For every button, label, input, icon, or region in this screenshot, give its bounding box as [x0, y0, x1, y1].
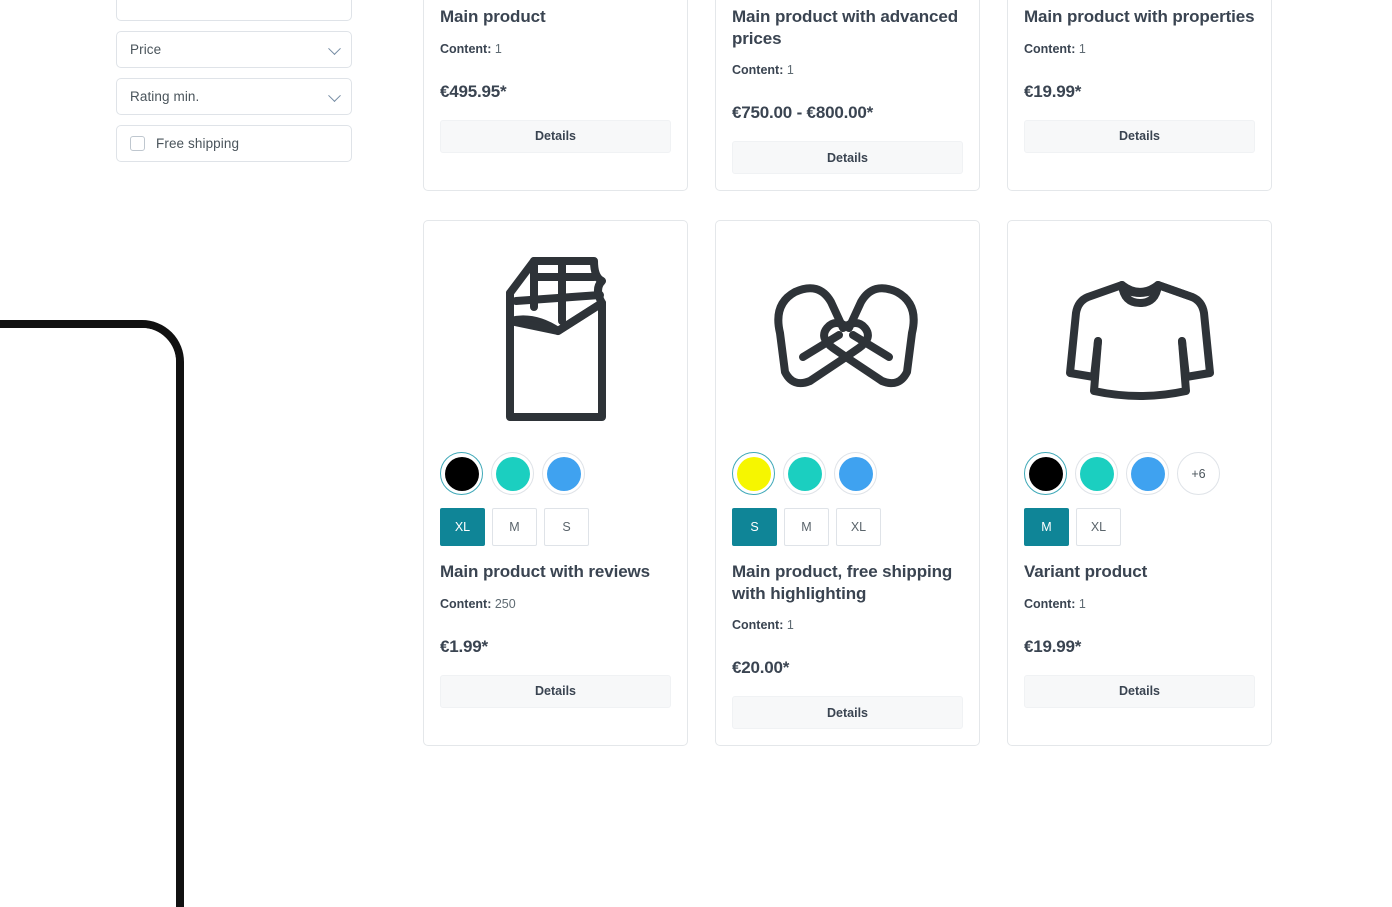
product-title: Main product — [440, 7, 546, 26]
details-button[interactable]: Details — [732, 141, 963, 175]
content-value: 1 — [786, 618, 794, 633]
content-label: Content: — [732, 63, 784, 78]
product-grid: LMSXLMain product Content: 1 €495.95*Det… — [423, 0, 1291, 775]
product-title: Variant product — [1024, 562, 1148, 582]
content-label: Content: — [1024, 596, 1076, 611]
product-content: Content: 1 — [1024, 597, 1255, 611]
details-button[interactable]: Details — [732, 696, 963, 730]
swatch-dot — [736, 456, 771, 491]
size-option-xl[interactable]: XL — [836, 508, 881, 547]
product-title: Main product with properties — [1024, 7, 1255, 26]
product-price: €19.99* — [1024, 636, 1082, 656]
product-card-variant-product[interactable]: +6 M XL Variant product Content: 1 €19.99* D… — [1007, 220, 1272, 747]
product-content: Content: 1 — [732, 618, 963, 632]
size-option-xl[interactable]: XL — [1076, 508, 1121, 547]
filter-sidebar: Price Rating min. Free shipping — [116, 0, 352, 172]
product-price: €750.00 - €800.00* — [732, 103, 874, 123]
size-option-m[interactable]: M — [1024, 508, 1069, 547]
content-value: 250 — [494, 596, 516, 611]
product-title: Main product with reviews — [440, 562, 651, 582]
size-options: XL M S — [440, 508, 671, 547]
product-price: €19.99* — [1024, 81, 1082, 101]
product-card-main-product-with-properties[interactable]: XLLMSMain product with properties Conten… — [1007, 0, 1272, 192]
details-button[interactable]: Details — [440, 674, 671, 708]
content-value: 1 — [1078, 596, 1086, 611]
swatch-dot — [787, 456, 822, 491]
product-content: Content: 1 — [440, 42, 671, 56]
filter-price-label: Price — [130, 42, 162, 57]
phone-mockup-overlay: €800.00* Details — [0, 320, 184, 907]
swatch-dot — [1130, 456, 1165, 491]
details-button[interactable]: Details — [1024, 674, 1255, 708]
color-swatch-black[interactable] — [1024, 452, 1067, 496]
color-swatch-teal[interactable] — [491, 452, 534, 496]
size-option-s[interactable]: S — [732, 508, 777, 547]
details-button[interactable]: Details — [1024, 119, 1255, 153]
size-options: M XL — [1024, 508, 1255, 547]
product-card-main-product-free-shipping[interactable]: S M XL Main product, free shipping with hig… — [715, 220, 980, 747]
swatch-dot — [444, 456, 479, 491]
color-swatch-black[interactable] — [440, 452, 483, 496]
product-title: Main product, free shipping with highlig… — [732, 562, 953, 603]
chevron-down-icon — [328, 41, 341, 55]
product-card-main-product-advanced-prices[interactable]: XLMSMain product with advanced prices Co… — [715, 0, 980, 192]
swatch-dot — [495, 456, 530, 491]
phone-screen: €800.00* Details — [0, 328, 176, 907]
content-label: Content: — [1024, 41, 1076, 56]
content-value: 1 — [786, 63, 794, 78]
content-label: Content: — [440, 41, 492, 56]
product-content: Content: 1 — [1024, 42, 1255, 56]
color-swatch-blue[interactable] — [834, 452, 877, 496]
color-swatch-blue[interactable] — [1126, 452, 1169, 496]
page-root: Price Rating min. Free shipping Main pro… — [0, 0, 1392, 907]
size-options: S M XL — [732, 508, 963, 547]
color-swatches — [732, 452, 963, 496]
content-label: Content: — [440, 596, 492, 611]
product-price: €1.99* — [440, 636, 488, 656]
color-swatches — [440, 452, 671, 496]
product-price: €20.00* — [732, 658, 790, 678]
content-label: Content: — [732, 618, 784, 633]
product-price: €495.95* — [440, 81, 507, 101]
swatch-dot — [838, 456, 873, 491]
sweater-icon — [1024, 233, 1255, 446]
product-card-main-product-with-reviews[interactable]: XL M S Main product with reviews Content: 2… — [423, 220, 688, 747]
size-option-xl[interactable]: XL — [440, 508, 485, 547]
content-value: 1 — [494, 41, 502, 56]
details-button[interactable]: Details — [440, 119, 671, 153]
product-content: Content: 250 — [440, 597, 671, 611]
color-swatches: +6 — [1024, 452, 1255, 496]
product-grid-row: XL M S Main product with reviews Content: 2… — [423, 220, 1291, 747]
swatch-dot — [1079, 456, 1114, 491]
size-option-s[interactable]: S — [544, 508, 589, 547]
chocolate-bar-icon — [440, 233, 671, 446]
product-grid-row: LMSXLMain product Content: 1 €495.95*Det… — [423, 0, 1291, 192]
filter-select-price[interactable]: Price — [116, 31, 352, 68]
color-swatch-teal[interactable] — [783, 452, 826, 496]
free-shipping-checkbox[interactable] — [130, 136, 145, 151]
filter-rating-label: Rating min. — [130, 89, 200, 104]
more-colors-badge[interactable]: +6 — [1177, 452, 1220, 496]
product-title: Main product with advanced prices — [732, 7, 958, 48]
content-value: 1 — [1078, 41, 1086, 56]
product-content: Content: 1 — [732, 63, 963, 77]
color-swatch-blue[interactable] — [542, 452, 585, 496]
chevron-down-icon — [328, 88, 341, 102]
color-swatch-yellow[interactable] — [732, 452, 775, 496]
filter-select-rating[interactable]: Rating min. — [116, 78, 352, 115]
swatch-dot — [546, 456, 581, 491]
swatch-dot — [1028, 456, 1063, 491]
free-shipping-label: Free shipping — [156, 136, 240, 151]
size-option-m[interactable]: M — [784, 508, 829, 547]
size-option-m[interactable]: M — [492, 508, 537, 547]
color-swatch-teal[interactable] — [1075, 452, 1118, 496]
filter-select-cutoff[interactable] — [116, 0, 352, 21]
filter-free-shipping[interactable]: Free shipping — [116, 125, 352, 162]
product-card-main-product[interactable]: LMSXLMain product Content: 1 €495.95*Det… — [423, 0, 688, 192]
mittens-icon — [732, 233, 963, 446]
